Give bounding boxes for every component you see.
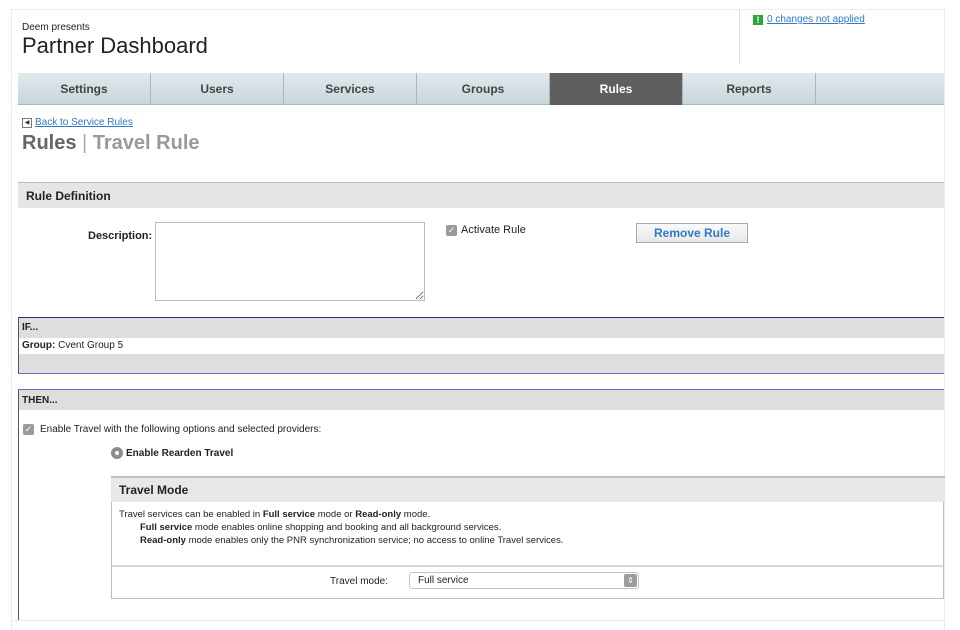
header-divider [739, 10, 740, 63]
page-title-main: Rules [22, 132, 77, 154]
then-section: THEN... ✓ Enable Travel with the followi… [18, 389, 945, 621]
group-label: Group: [22, 340, 56, 351]
app-title: Partner Dashboard [22, 33, 208, 58]
chevron-updown-icon: ⇕ [624, 574, 637, 587]
travel-mode-line-3: Read-only mode enables only the PNR sync… [140, 535, 564, 546]
changes-notice: ! 0 changes not applied [753, 14, 865, 25]
travel-mode-line-1: Travel services can be enabled in Full s… [119, 509, 431, 520]
activate-rule-checkbox-row[interactable]: ✓ Activate Rule [446, 224, 526, 236]
back-to-service-rules-link[interactable]: Back to Service Rules [35, 117, 133, 128]
travel-mode-panel: Travel services can be enabled in Full s… [111, 502, 944, 599]
page-title: Rules | Travel Rule [22, 132, 200, 155]
activate-rule-checkbox[interactable]: ✓ [446, 224, 457, 236]
if-header: IF... [19, 318, 944, 338]
description-label: Description: [88, 230, 153, 242]
breadcrumb: ◀ Back to Service Rules [22, 117, 133, 128]
presents-label: Deem presents [22, 22, 90, 33]
if-section: IF... Group: Cvent Group 5 [18, 317, 944, 374]
activate-rule-label: Activate Rule [461, 224, 526, 236]
travel-mode-label: Travel mode: [330, 576, 388, 587]
tab-settings[interactable]: Settings [18, 73, 151, 105]
bottom-divider [11, 620, 945, 621]
changes-not-applied-link[interactable]: 0 changes not applied [767, 14, 865, 25]
tab-users[interactable]: Users [151, 73, 284, 105]
enable-travel-row[interactable]: ✓ Enable Travel with the following optio… [23, 424, 321, 435]
tab-services[interactable]: Services [284, 73, 417, 105]
tab-filler [816, 73, 944, 105]
travel-mode-header: Travel Mode [111, 476, 945, 502]
enable-travel-checkbox[interactable]: ✓ [23, 424, 34, 435]
enable-travel-label: Enable Travel with the following options… [40, 424, 322, 435]
then-header: THEN... [19, 390, 944, 410]
description-input[interactable] [155, 222, 425, 301]
enable-rearden-label: Enable Rearden Travel [126, 447, 234, 459]
tab-reports[interactable]: Reports [683, 73, 816, 105]
page-title-separator: | [76, 132, 93, 154]
main-tabs: Settings Users Services Groups Rules Rep… [18, 73, 944, 105]
travel-mode-row: Travel mode: Full service ⇕ [112, 567, 943, 597]
enable-rearden-travel-row[interactable]: Enable Rearden Travel [111, 447, 233, 459]
travel-mode-value: Full service [418, 575, 469, 586]
left-arrow-icon[interactable]: ◀ [22, 117, 32, 128]
travel-mode-description: Travel services can be enabled in Full s… [112, 502, 943, 567]
tab-groups[interactable]: Groups [417, 73, 550, 105]
if-footer [19, 354, 944, 373]
rule-definition-header: Rule Definition [18, 182, 944, 208]
travel-mode-select[interactable]: Full service ⇕ [409, 572, 639, 589]
if-group-row: Group: Cvent Group 5 [19, 338, 944, 354]
tab-rules[interactable]: Rules [550, 73, 683, 105]
remove-rule-button[interactable]: Remove Rule [636, 223, 748, 243]
group-value: Cvent Group 5 [58, 340, 124, 351]
enable-rearden-radio[interactable] [111, 447, 123, 459]
page-title-sub: Travel Rule [92, 132, 200, 154]
travel-mode-line-2: Full service mode enables online shoppin… [140, 522, 502, 533]
alert-icon: ! [753, 14, 763, 25]
